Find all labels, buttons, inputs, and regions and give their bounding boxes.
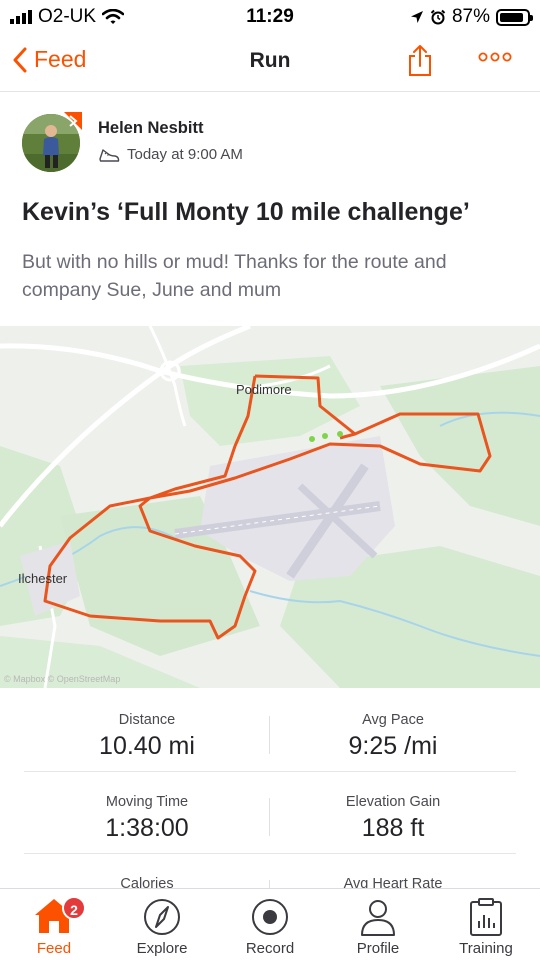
notification-badge: 2 <box>62 896 86 920</box>
tab-feed[interactable]: 2 Feed <box>0 889 108 960</box>
stat-elevation-gain: Elevation Gain 188 ft <box>270 772 516 843</box>
athlete-name[interactable]: Helen Nesbitt <box>98 119 203 138</box>
battery-level <box>500 12 523 22</box>
record-icon <box>252 899 288 935</box>
nav-bar: Feed Run <box>0 32 540 92</box>
stat-value: 188 ft <box>361 814 425 842</box>
stats-row: Moving Time 1:38:00 Elevation Gain 188 f… <box>24 772 516 854</box>
map-attribution[interactable]: © Mapbox © OpenStreetMap <box>4 674 120 684</box>
activity-meta: Today at 9:00 AM <box>98 146 243 163</box>
profile-icon <box>361 900 395 936</box>
stat-distance: Distance 10.40 mi <box>24 690 270 761</box>
more-icon <box>478 52 512 62</box>
map-place-ilchester: Ilchester <box>18 571 68 586</box>
tab-label: Training <box>459 940 513 957</box>
compass-icon <box>144 899 180 935</box>
stat-moving-time: Moving Time 1:38:00 <box>24 772 270 843</box>
tab-training[interactable]: Training <box>432 889 540 960</box>
alarm-icon <box>430 9 446 25</box>
stat-avg-pace: Avg Pace 9:25 /mi <box>270 690 516 761</box>
stat-label: Avg Pace <box>362 712 424 728</box>
tab-label: Record <box>245 940 295 957</box>
map-attribution-text: © Mapbox © OpenStreetMap <box>4 674 121 684</box>
status-bar: O2-UK 11:29 87% <box>0 0 540 32</box>
tab-label: Profile <box>356 940 400 957</box>
tab-label: Explore <box>136 940 188 957</box>
stat-label: Moving Time <box>105 794 189 810</box>
shoe-icon <box>99 148 120 162</box>
back-button[interactable]: Feed <box>12 46 86 73</box>
stats-row: Distance 10.40 mi Avg Pace 9:25 /mi <box>24 690 516 772</box>
tab-record[interactable]: Record <box>216 889 324 960</box>
stat-avg-heart-rate: Avg Heart Rate <box>270 854 516 892</box>
share-icon <box>409 45 431 76</box>
stat-value: 10.40 mi <box>99 732 195 760</box>
stat-label: Distance <box>118 712 176 728</box>
tab-profile[interactable]: Profile <box>324 889 432 960</box>
more-options-button[interactable] <box>478 49 512 67</box>
tab-label: Feed <box>36 940 72 957</box>
back-label: Feed <box>34 46 87 72</box>
chevron-left-icon <box>13 47 27 72</box>
stat-value: 9:25 /mi <box>348 732 438 760</box>
subscriber-badge-icon <box>64 112 82 130</box>
training-icon <box>470 898 502 936</box>
stat-value: 1:38:00 <box>105 814 189 842</box>
battery-icon <box>496 8 533 26</box>
tab-bar: 2 Feed Explore Record Profile Training <box>0 888 540 960</box>
tab-explore[interactable]: Explore <box>108 889 216 960</box>
status-right: 87% <box>410 6 533 28</box>
stat-label: Elevation Gain <box>345 794 441 810</box>
map-place-podimore: Podimore <box>236 382 292 397</box>
stat-calories: Calories <box>24 854 270 892</box>
share-button[interactable] <box>406 44 434 83</box>
route-map[interactable]: Podimore Ilchester © Mapbox © OpenStreet… <box>0 326 540 688</box>
map-canvas <box>0 326 540 688</box>
battery-percent: 87% <box>451 6 490 27</box>
activity-description: But with no hills or mud! Thanks for the… <box>22 251 447 301</box>
activity-time: Today at 9:00 AM <box>127 146 243 163</box>
activity-title: Kevin’s ‘Full Monty 10 mile challenge’ <box>22 198 470 226</box>
location-arrow-icon <box>410 11 423 23</box>
